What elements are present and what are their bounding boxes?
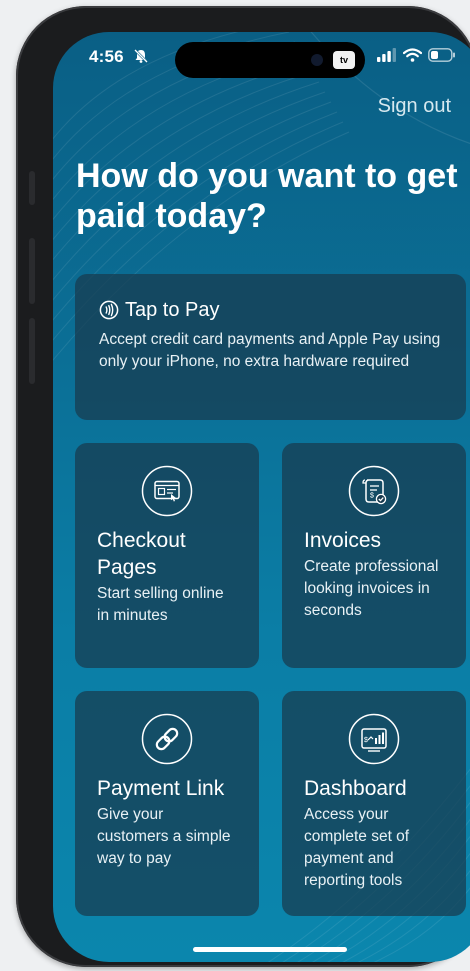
contactless-icon (99, 300, 119, 320)
phone-frame: 4:56 tv Sign out How do you want to get … (16, 6, 470, 967)
checkout-pages-title: Checkout Pages (97, 529, 186, 579)
tap-to-pay-card[interactable]: Tap to Pay Accept credit card payments a… (75, 274, 466, 420)
dynamic-island: tv (175, 42, 365, 78)
invoices-card[interactable]: $ Invoices Create professional looking i… (282, 443, 466, 668)
wifi-icon (403, 48, 422, 62)
dashboard-title: Dashboard (304, 777, 407, 800)
sign-out-link[interactable]: Sign out (378, 95, 451, 118)
dashboard-description: Access your complete set of payment and … (304, 806, 410, 889)
home-indicator[interactable] (193, 947, 347, 952)
link-icon (141, 713, 193, 765)
invoices-title: Invoices (304, 529, 382, 552)
cellular-signal-icon (377, 48, 396, 62)
dashboard-chart-icon: $ (348, 713, 400, 765)
status-icons (377, 48, 456, 62)
volume-down-button (29, 318, 35, 384)
browser-window-icon (141, 465, 193, 517)
camera-icon (311, 54, 323, 66)
status-time: 4:56 (89, 47, 124, 66)
app-screen: 4:56 tv Sign out How do you want to get … (53, 32, 470, 962)
payment-link-description: Give your customers a simple way to pay (97, 806, 231, 867)
payment-link-card[interactable]: Payment Link Give your customers a simpl… (75, 691, 259, 916)
tap-to-pay-title: Tap to Pay (125, 299, 220, 321)
checkout-pages-description: Start selling online in minutes (97, 585, 224, 624)
tap-to-pay-description: Accept credit card payments and Apple Pa… (99, 331, 441, 370)
svg-text:$: $ (370, 493, 374, 500)
dashboard-card[interactable]: $ Dashboard Access your complete set of … (282, 691, 466, 916)
receipt-scroll-icon: $ (348, 465, 400, 517)
apple-tv-icon: tv (333, 51, 355, 69)
silent-switch (29, 171, 35, 205)
volume-up-button (29, 238, 35, 304)
page-title: How do you want to get paid today? (76, 157, 458, 235)
battery-icon (428, 48, 455, 62)
invoices-description: Create professional looking invoices in … (304, 558, 439, 619)
bell-muted-icon (134, 49, 148, 63)
svg-text:$: $ (364, 737, 368, 744)
payment-link-title: Payment Link (97, 777, 225, 800)
checkout-pages-card[interactable]: Checkout Pages Start selling online in m… (75, 443, 259, 668)
